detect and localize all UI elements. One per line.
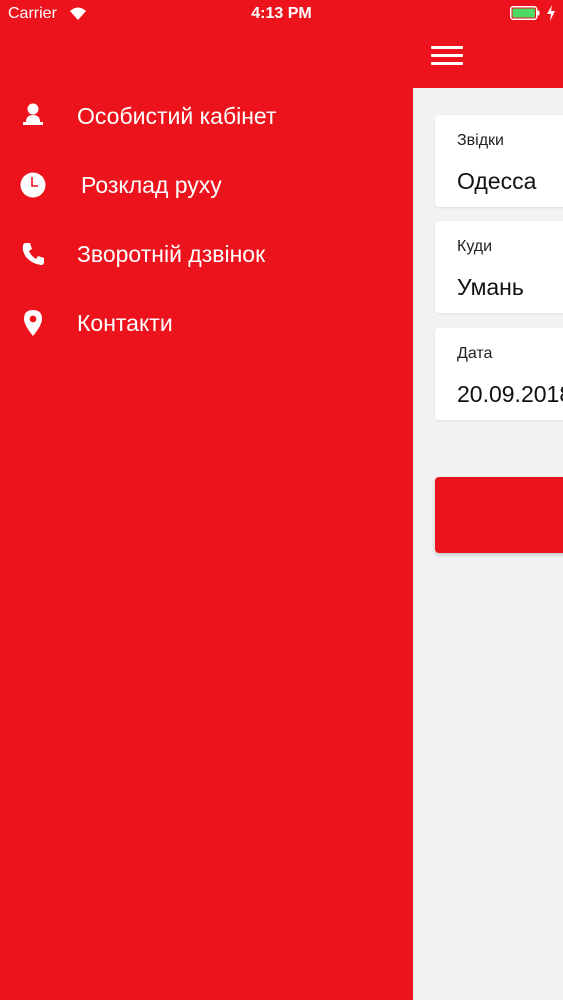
menu-item-label: Розклад руху [81,172,222,198]
battery-icon [510,6,540,20]
date-field[interactable]: Дата 20.09.2018 [435,328,563,420]
location-pin-icon [24,310,42,336]
to-field[interactable]: Куди Умань [435,221,563,313]
menu-item-personal-account[interactable]: Особистий кабінет [0,91,413,141]
to-field-label: Куди [457,238,493,255]
menu-item-label: Зворотній дзвінок [77,241,266,267]
user-icon [23,103,43,125]
hamburger-menu-icon[interactable] [431,46,463,66]
main-content: Звідки Одесса Куди Умань Дата 20.09.2018 [413,0,563,1000]
from-field-value: Одесса [457,168,537,194]
menu-item-label: Особистий кабінет [77,103,277,129]
date-field-value: 20.09.2018 [457,381,563,407]
menu-item-label: Контакти [77,310,173,336]
from-field-label: Звідки [457,132,504,149]
menu-item-contacts[interactable]: Контакти [0,298,413,348]
charging-bolt-icon [547,5,555,21]
status-bar: Carrier 4:13 PM [0,0,563,28]
from-field[interactable]: Звідки Одесса [435,115,563,207]
clock-icon [20,172,46,198]
menu-item-callback[interactable]: Зворотній дзвінок [0,229,413,279]
menu-item-schedule[interactable]: Розклад руху [0,160,413,210]
search-button[interactable] [435,477,563,553]
status-time: 4:13 PM [251,5,312,22]
to-field-value: Умань [457,274,524,300]
phone-icon [22,243,44,265]
app-screen: Звідки Одесса Куди Умань Дата 20.09.2018… [0,0,563,1000]
side-drawer: Особистий кабінет Розклад руху Зворотній… [0,0,413,1000]
date-field-label: Дата [457,345,493,362]
